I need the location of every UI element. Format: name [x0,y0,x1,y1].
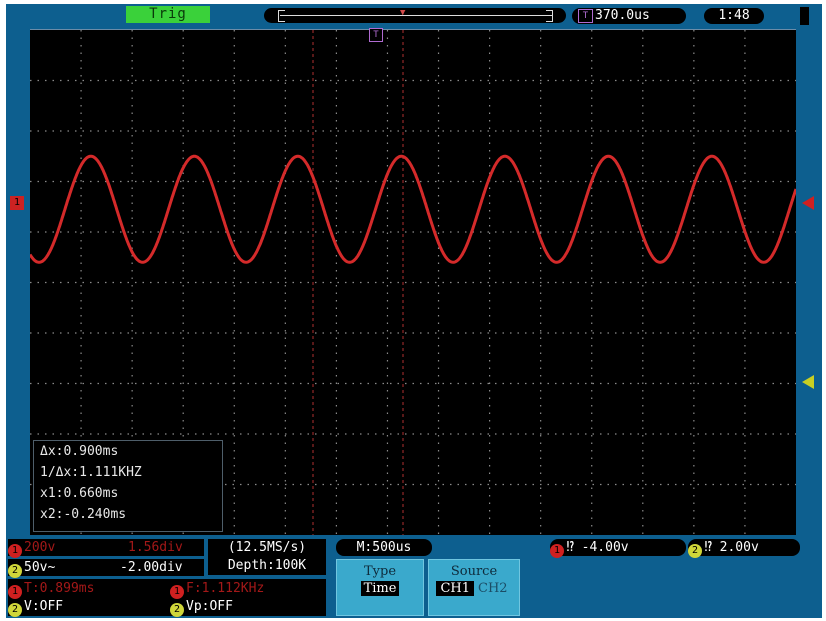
ch2-v: V:OFF [24,599,64,614]
ch2-settings[interactable]: 2 50v~ -2.00div [8,559,204,578]
ch1-trigger-level-arrow-icon [802,196,814,210]
timebase-readout: M:500us [336,539,432,556]
ch1-waveform-trace [30,154,796,264]
ch1-badge: 1 [8,544,22,558]
oscilloscope-display: Trig ▼ T 370.0us 1:48 T 1 Δx:0.900ms 1/Δx… [0,0,826,621]
ch1-trigger-badge: 1 [550,544,564,558]
acquisition-info: (12.5MS/s) Depth:100K [208,539,326,575]
ch1-frequency: F:1.112KHz [186,581,265,596]
clock-display: 1:48 [704,8,764,24]
ch2-vp: Vp:OFF [186,599,233,614]
ch2-offset: -2.00div [120,560,183,575]
ch1-freq-badge: 1 [170,585,184,599]
type-label: Type [363,564,397,579]
ch1-offset: 1.56div [128,540,183,555]
source-menu-button[interactable]: Source CH1 CH2 [428,559,520,616]
status-edge-block [800,7,809,25]
ch1-readout-badge: 1 [8,585,22,599]
delta-x-readout: Δx:0.900ms [40,444,119,459]
ch2-trigger-value: 2.00v [719,540,759,555]
ch2-trigger-level: 2 ⁉ 2.00v [688,539,800,558]
ch1-reference-marker: 1 [10,196,24,210]
ch1-period: T:0.899ms [24,581,95,596]
trigger-position-marker-icon: ▼ [400,8,406,18]
rising-edge-icon: ⁉ [704,540,712,555]
cursor-x1-readout: x1:0.660ms [40,486,119,501]
memory-depth: Depth:100K [227,558,307,573]
trigger-position-marker: T [369,28,383,42]
ch1-trigger-level: 1 ⁉ -4.00v [550,539,686,558]
ch2-trigger-level-arrow-icon [802,375,814,389]
rising-edge-icon: ⁉ [566,540,574,555]
ch1-settings[interactable]: 1 200v 1.56div [8,539,204,558]
sample-rate: (12.5MS/s) [227,540,307,555]
trigger-status-indicator: Trig [126,6,210,23]
inverse-delta-x-readout: 1/Δx:1.111KHZ [40,465,142,480]
ch1-volts: 200v [24,540,56,555]
ch2-volts: 50v~ [24,560,56,575]
ch2-vp-badge: 2 [170,603,184,617]
memory-track [280,15,552,16]
cursor-measurement-box: Δx:0.900ms 1/Δx:1.111KHZ x1:0.660ms x2:-… [33,440,223,532]
ch2-v-badge: 2 [8,603,22,617]
horizontal-delay-readout: T 370.0us [572,8,686,24]
ch1-trigger-value: -4.00v [581,540,629,555]
window-left-bracket [278,10,285,22]
source-label: Source [450,564,498,579]
source-option-ch1[interactable]: CH1 [436,581,474,596]
measurement-readouts: 1 T:0.899ms 1 F:1.112KHz 2 V:OFF 2 Vp:OFF [8,579,326,617]
source-option-ch2[interactable]: CH2 [474,581,512,596]
type-value: Time [360,581,400,596]
type-menu-button[interactable]: Type Time [336,559,424,616]
ch2-badge: 2 [8,564,22,578]
cursor-x2-readout: x2:-0.240ms [40,507,127,522]
window-right-bracket [546,10,553,22]
trigger-icon: T [578,9,593,23]
memory-position-bar[interactable]: ▼ [264,8,566,23]
ch2-trigger-badge: 2 [688,544,702,558]
horizontal-delay-value: 370.0us [595,8,650,23]
